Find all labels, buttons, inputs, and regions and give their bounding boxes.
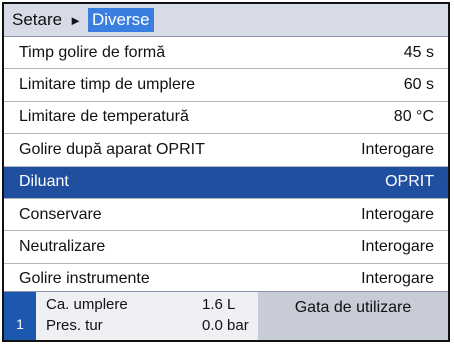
menu-item-value: 45 s xyxy=(403,43,434,61)
menu-item-value: OPRIT xyxy=(385,173,434,191)
menu-item-fill-time-limit[interactable]: Limitare timp de umplere 60 s xyxy=(4,69,448,102)
menu-item-value: Interogare xyxy=(361,205,434,223)
menu-item-label: Limitare de temperatură xyxy=(19,108,189,126)
menu-item-label: Limitare timp de umplere xyxy=(19,76,196,94)
menu-item-label: Conservare xyxy=(19,205,102,223)
menu-item-value: Interogare xyxy=(361,270,434,288)
display-screen: Setare ► Diverse Timp golire de formă 45… xyxy=(2,2,450,342)
settings-list: Timp golire de formă 45 s Limitare timp … xyxy=(4,37,448,297)
menu-item-label: Diluant xyxy=(19,173,69,191)
breadcrumb-parent[interactable]: Setare xyxy=(12,10,62,30)
menu-item-temperature-limit[interactable]: Limitare de temperatură 80 °C xyxy=(4,101,448,135)
breadcrumb: Setare ► Diverse xyxy=(4,4,448,37)
pressure-value: 0.0 bar xyxy=(202,317,249,334)
menu-item-value: 80 °C xyxy=(393,108,434,126)
breadcrumb-current: Diverse xyxy=(87,8,154,32)
menu-item-label: Golire instrumente xyxy=(19,270,150,288)
menu-item-label: Golire după aparat OPRIT xyxy=(19,140,205,158)
breadcrumb-arrow-icon: ► xyxy=(69,12,82,28)
menu-item-preservation[interactable]: Conservare Interogare xyxy=(4,198,448,232)
menu-item-value: 60 s xyxy=(403,76,434,94)
ready-status-text: Gata de utilizare xyxy=(294,299,412,316)
fill-label: Ca. umplere xyxy=(46,296,128,313)
menu-item-drain-after-off[interactable]: Golire după aparat OPRIT Interogare xyxy=(4,134,448,167)
menu-item-shape-drain-time[interactable]: Timp golire de formă 45 s xyxy=(4,37,448,70)
pressure-label: Pres. tur xyxy=(46,317,103,334)
menu-item-label: Neutralizare xyxy=(19,238,106,256)
menu-item-neutralization[interactable]: Neutralizare Interogare xyxy=(4,231,448,264)
menu-item-label: Timp golire de formă xyxy=(19,43,166,61)
status-bar: 1 Ca. umplere 1.6 L Pres. tur 0.0 bar Ga… xyxy=(4,291,448,340)
fill-value: 1.6 L xyxy=(202,296,236,313)
menu-item-diluent[interactable]: Diluant OPRIT xyxy=(4,166,448,199)
menu-item-value: Interogare xyxy=(361,140,434,158)
status-readout: Ca. umplere 1.6 L Pres. tur 0.0 bar xyxy=(36,292,258,340)
menu-item-value: Interogare xyxy=(361,238,434,256)
unit-number-badge: 1 xyxy=(4,292,36,340)
